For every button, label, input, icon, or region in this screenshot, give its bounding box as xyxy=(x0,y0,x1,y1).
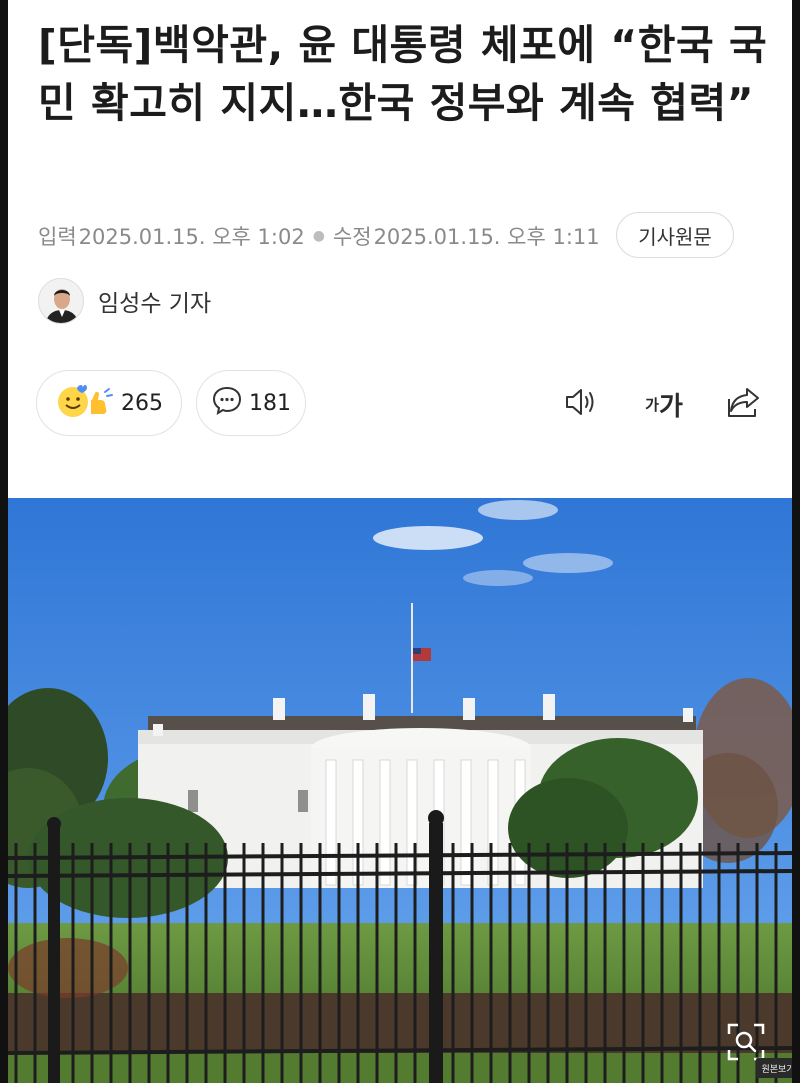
comment-button[interactable]: 181 xyxy=(196,370,306,436)
font-size-button[interactable]: 가 가 xyxy=(638,382,690,426)
author-name[interactable]: 임성수 기자 xyxy=(98,284,211,318)
font-size-small-label: 가 xyxy=(645,395,659,414)
meta-separator: ● xyxy=(312,228,325,244)
modified-time: 2025.01.15. 오후 1:11 xyxy=(373,225,600,249)
zoom-icon[interactable] xyxy=(726,1022,766,1062)
font-size-big-label: 가 xyxy=(658,391,683,422)
share-icon xyxy=(725,385,763,423)
article-photo[interactable] xyxy=(8,498,792,1083)
smiley-thumbs-up-icon xyxy=(55,380,115,426)
original-view-button[interactable]: 원본보기 xyxy=(756,1058,792,1078)
article-meta: 입력 2025.01.15. 오후 1:02 ● 수정 2025.01.15. … xyxy=(38,214,600,258)
published-label: 입력 xyxy=(38,225,77,249)
share-button[interactable] xyxy=(722,382,766,426)
comment-bubble-icon xyxy=(211,384,243,422)
author-row[interactable]: 임성수 기자 xyxy=(38,278,211,324)
audio-button[interactable] xyxy=(560,382,604,426)
speaker-icon xyxy=(563,385,601,423)
article-headline: [단독]백악관, 윤 대통령 체포에 “한국 국민 확고히 지지…한국 정부와 … xyxy=(38,21,768,127)
published-time: 2025.01.15. 오후 1:02 xyxy=(78,225,305,249)
like-count: 265 xyxy=(121,390,163,416)
modified-label: 수정 xyxy=(332,225,372,249)
comment-count: 181 xyxy=(249,390,291,416)
article-page: [단독]백악관, 윤 대통령 체포에 “한국 국민 확고히 지지…한국 정부와 … xyxy=(8,0,792,1083)
original-article-button[interactable]: 기사원문 xyxy=(616,212,734,258)
author-avatar[interactable] xyxy=(38,278,84,324)
like-button[interactable]: 265 xyxy=(36,370,182,436)
